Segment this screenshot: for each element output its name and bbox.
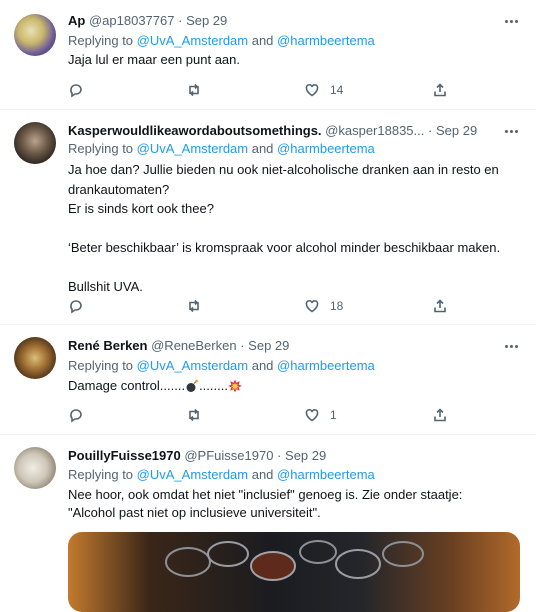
separator-dot: · bbox=[240, 338, 245, 353]
tweet-text-part: Damage control....... bbox=[68, 378, 186, 393]
like-button[interactable]: 18 bbox=[304, 296, 343, 316]
share-icon bbox=[434, 408, 446, 422]
more-icon[interactable] bbox=[502, 12, 520, 30]
tweet-date[interactable]: Sep 29 bbox=[436, 123, 477, 138]
like-button[interactable]: 14 bbox=[304, 80, 343, 100]
share-icon bbox=[434, 83, 446, 97]
share-button[interactable] bbox=[432, 405, 448, 425]
replying-label: Replying to bbox=[68, 141, 137, 156]
separator-dot: · bbox=[178, 13, 183, 28]
tweet-text: Ja hoe dan? Jullie bieden nu ook niet-al… bbox=[68, 162, 501, 294]
user-handle[interactable]: @kasper18835... bbox=[325, 123, 424, 138]
replying-to: Replying to @UvA_Amsterdam and @harmbeer… bbox=[68, 140, 526, 158]
avatar[interactable] bbox=[14, 337, 56, 379]
display-name[interactable]: Kasperwouldlikeawordaboutsomethings. bbox=[68, 123, 322, 138]
mention-link[interactable]: @UvA_Amsterdam bbox=[137, 358, 248, 373]
mention-link[interactable]: @UvA_Amsterdam bbox=[137, 33, 248, 48]
avatar[interactable] bbox=[14, 14, 56, 56]
more-icon[interactable] bbox=[502, 337, 520, 355]
share-icon bbox=[434, 299, 446, 313]
tweet-text-part: ........ bbox=[199, 378, 228, 393]
display-name[interactable]: PouillyFuisse1970 bbox=[68, 448, 181, 463]
reply-icon bbox=[70, 84, 82, 98]
replying-to: Replying to @UvA_Amsterdam and @harmbeer… bbox=[68, 32, 526, 50]
retweet-icon bbox=[189, 299, 199, 313]
replying-and: and bbox=[248, 358, 278, 373]
tweet-date[interactable]: Sep 29 bbox=[186, 13, 227, 28]
tweet[interactable]: René Berken @ReneBerken · Sep 29 Replyin… bbox=[0, 325, 536, 435]
user-handle[interactable]: @PFuisse1970 bbox=[184, 448, 273, 463]
replying-to: Replying to @UvA_Amsterdam and @harmbeer… bbox=[68, 466, 526, 484]
reply-icon bbox=[70, 409, 82, 423]
retweet-icon bbox=[189, 408, 199, 422]
replying-and: and bbox=[248, 141, 278, 156]
bomb-emoji bbox=[186, 379, 198, 392]
retweet-button[interactable] bbox=[186, 296, 202, 316]
tweet-date[interactable]: Sep 29 bbox=[285, 448, 326, 463]
like-count: 18 bbox=[330, 299, 344, 313]
mention-link[interactable]: @UvA_Amsterdam bbox=[137, 467, 248, 482]
mention-link[interactable]: @UvA_Amsterdam bbox=[137, 141, 248, 156]
reply-button[interactable] bbox=[68, 80, 84, 100]
mention-link[interactable]: @harmbeertema bbox=[277, 358, 375, 373]
more-icon[interactable] bbox=[502, 122, 520, 140]
tweet-actions: 18 bbox=[68, 296, 448, 316]
replying-and: and bbox=[248, 467, 278, 482]
wine-glasses-image bbox=[165, 540, 424, 581]
share-button[interactable] bbox=[432, 296, 448, 316]
replying-to: Replying to @UvA_Amsterdam and @harmbeer… bbox=[68, 357, 526, 375]
tweet[interactable]: Ap @ap18037767 · Sep 29 Replying to @UvA… bbox=[0, 0, 536, 110]
like-icon bbox=[305, 300, 319, 313]
tweet-text: Jaja lul er maar een punt aan. bbox=[68, 52, 240, 67]
user-handle[interactable]: @ap18037767 bbox=[89, 13, 175, 28]
retweet-button[interactable] bbox=[186, 80, 202, 100]
tweet[interactable]: Kasperwouldlikeawordaboutsomethings. @ka… bbox=[0, 110, 536, 325]
replying-and: and bbox=[248, 33, 278, 48]
mention-link[interactable]: @harmbeertema bbox=[277, 141, 375, 156]
like-icon bbox=[305, 84, 319, 97]
retweet-icon bbox=[189, 83, 199, 97]
mention-link[interactable]: @harmbeertema bbox=[277, 467, 375, 482]
tweet-actions: 14 bbox=[68, 80, 448, 100]
display-name[interactable]: Ap bbox=[68, 13, 85, 28]
like-count: 14 bbox=[330, 83, 344, 97]
tweet-date[interactable]: Sep 29 bbox=[248, 338, 289, 353]
reply-icon bbox=[70, 300, 82, 314]
user-handle[interactable]: @ReneBerken bbox=[151, 338, 236, 353]
tweet-media-image[interactable] bbox=[68, 532, 520, 612]
like-count: 1 bbox=[330, 408, 337, 422]
tweet-text: Nee hoor, ook omdat het niet "inclusief"… bbox=[68, 487, 463, 520]
avatar[interactable] bbox=[14, 122, 56, 164]
display-name[interactable]: René Berken bbox=[68, 338, 147, 353]
retweet-button[interactable] bbox=[186, 405, 202, 425]
separator-dot: · bbox=[428, 123, 433, 138]
avatar[interactable] bbox=[14, 447, 56, 489]
reply-button[interactable] bbox=[68, 405, 84, 425]
collision-emoji bbox=[227, 379, 242, 393]
tweet-text: Damage control............... bbox=[68, 377, 516, 395]
separator-dot: · bbox=[277, 448, 282, 463]
replying-label: Replying to bbox=[68, 467, 137, 482]
like-button[interactable]: 1 bbox=[304, 405, 337, 425]
replying-label: Replying to bbox=[68, 33, 137, 48]
tweet-actions: 1 bbox=[68, 405, 448, 425]
mention-link[interactable]: @harmbeertema bbox=[277, 33, 375, 48]
share-button[interactable] bbox=[432, 80, 448, 100]
replying-label: Replying to bbox=[68, 358, 137, 373]
reply-button[interactable] bbox=[68, 296, 84, 316]
like-icon bbox=[305, 409, 319, 422]
